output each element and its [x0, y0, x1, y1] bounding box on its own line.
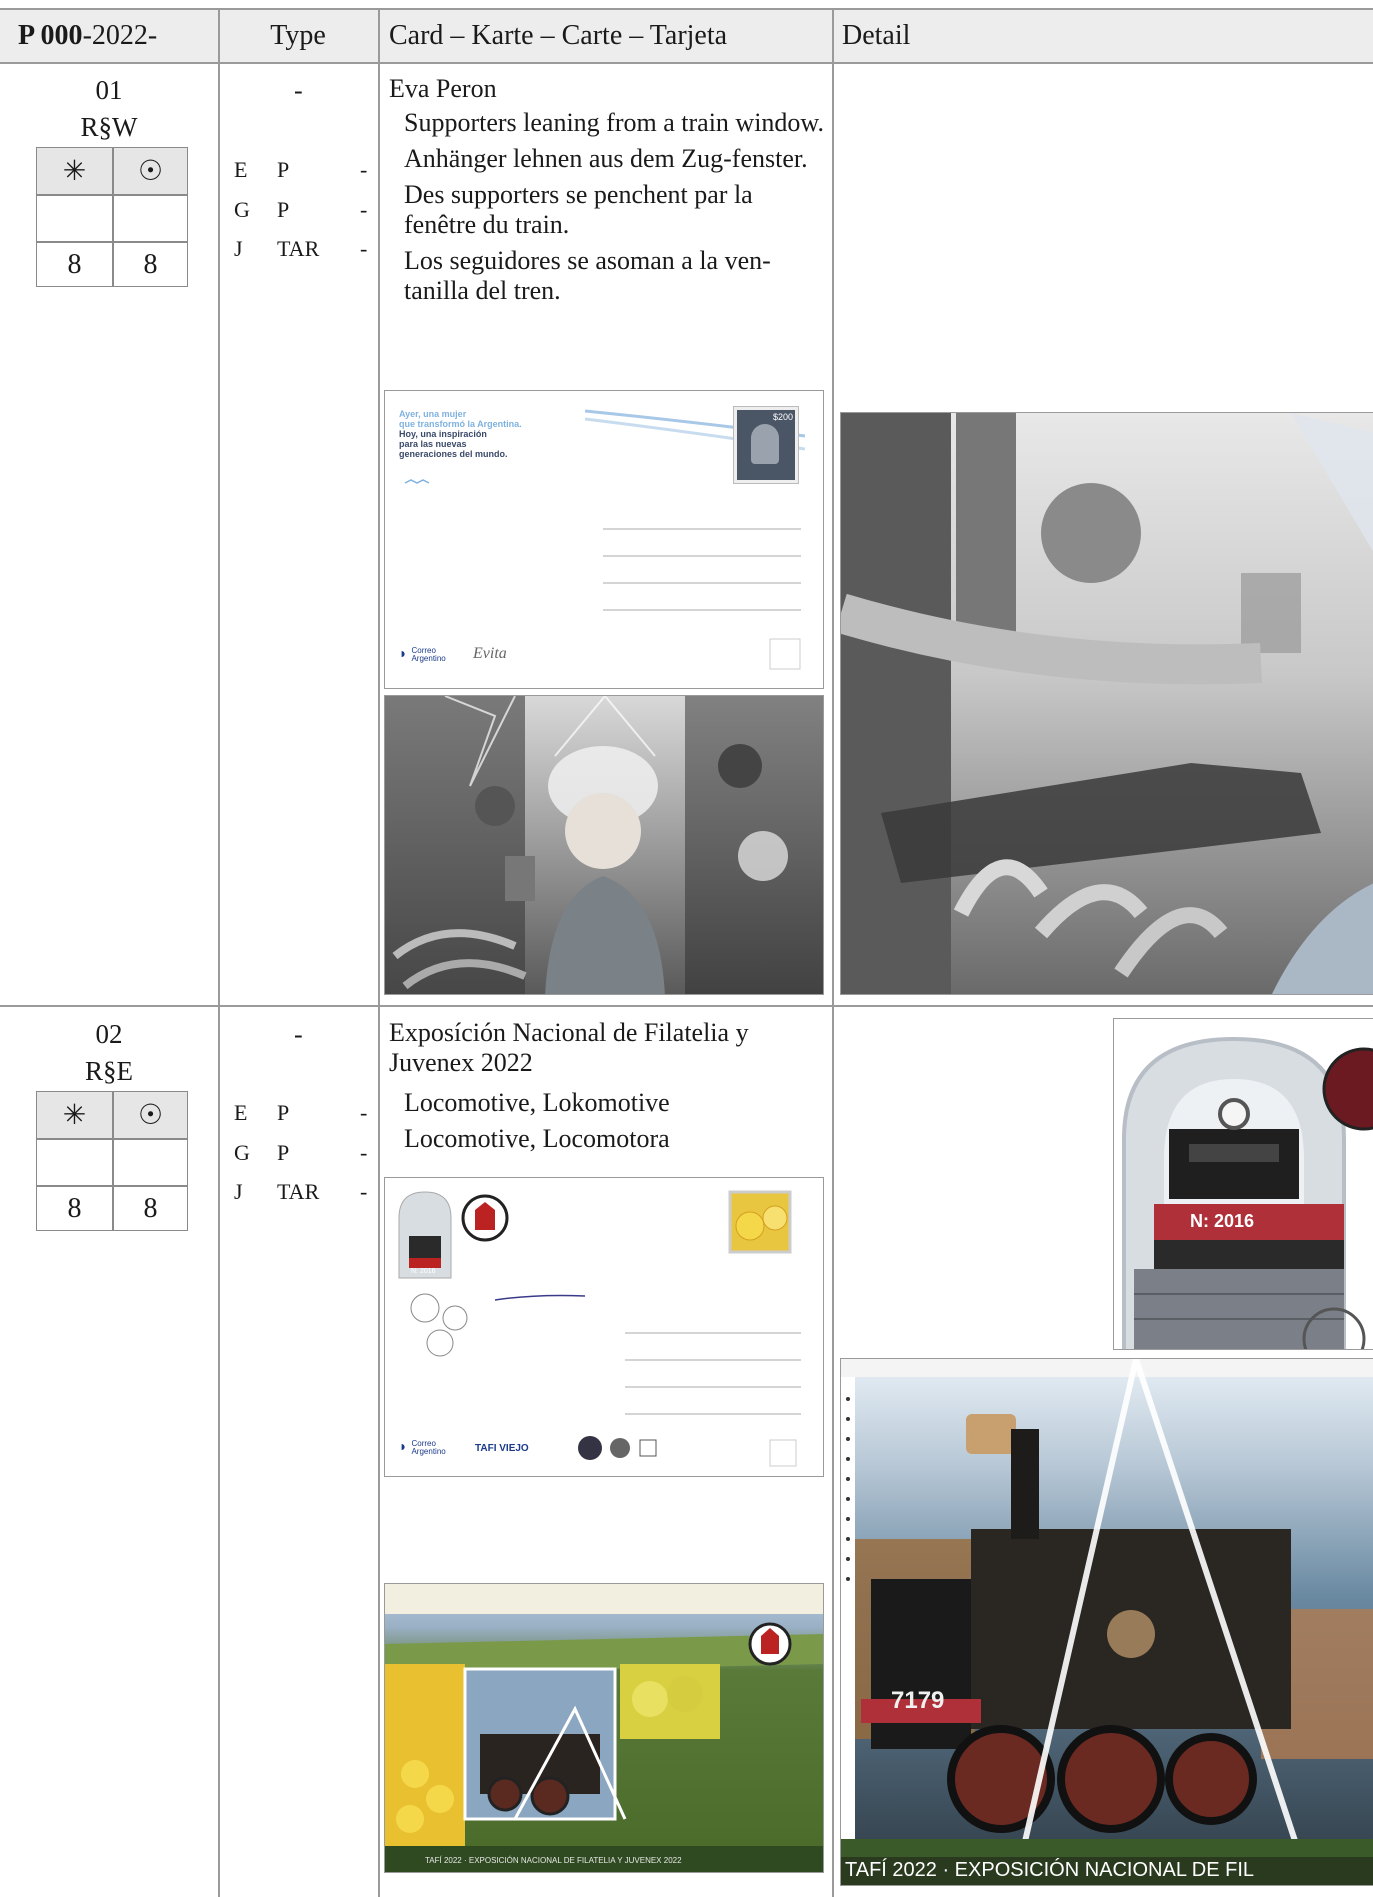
type-kind: P — [277, 1100, 290, 1125]
card-descriptions: Supporters leaning from a train window. … — [404, 108, 824, 312]
description-en: Supporters leaning from a train window. — [404, 108, 824, 137]
postcard-address-side: N: 2016 ◗ Correo Argentino TAFI VIEJO — [384, 1177, 824, 1477]
stamp: $200 — [734, 407, 798, 483]
evita-signature: Evita — [473, 645, 507, 662]
used-value: 8 — [143, 1193, 158, 1224]
correo-logo-icon: ◗ — [399, 1440, 408, 1455]
description-fr: Des supporters se penchent par la fenêtr… — [404, 180, 753, 239]
detail-image-large: 7179 TAFÍ 2022 · EXPOSICIÓN NACIONAL DE … — [840, 1358, 1373, 1886]
card-title: Eva Peron — [389, 74, 497, 103]
card-2-picture — [385, 1584, 823, 1872]
evita-photo — [385, 696, 823, 994]
loco-arch-photo — [1122, 1036, 1373, 1349]
card-descriptions: Locomotive, Lokomotive Locomotive, Locom… — [404, 1088, 824, 1160]
type-kind: P — [277, 197, 290, 222]
column-divider — [218, 8, 220, 1897]
type-dash: - — [294, 1020, 303, 1049]
header-ref-rest: -2022- — [82, 20, 158, 51]
type-kind: P — [277, 157, 290, 182]
header-card: Card – Karte – Carte – Tarjeta — [389, 20, 728, 51]
used-icon: ☉ — [137, 156, 164, 187]
card-2-artwork — [398, 1190, 801, 1467]
type-lang: G — [234, 197, 250, 222]
type-dash-small: - — [360, 236, 368, 261]
type-dash-small: - — [360, 1140, 368, 1165]
loco-plate: N: 2016 — [411, 1268, 436, 1275]
mint-icon: ✳ — [62, 1100, 87, 1131]
detail-image-small: N: 2016 — [1113, 1018, 1373, 1350]
postcard-picture-side: TAFÍ 2022 · EXPOSICIÓN NACIONAL DE FILAT… — [384, 1583, 824, 1873]
correo-logo: ◗ Correo Argentino — [399, 1439, 446, 1456]
value-table: ✳ ☉ 8 8 — [36, 147, 188, 287]
type-dash-small: - — [360, 1179, 368, 1204]
detail-photo — [841, 413, 1373, 994]
type-lang: E — [234, 157, 248, 182]
postcard-picture-side — [384, 695, 824, 995]
value-table: ✳ ☉ 8 8 — [36, 1091, 188, 1231]
header-detail: Detail — [842, 20, 911, 51]
table-header: P 000 -2022- Type Card – Karte – Carte – … — [0, 8, 1373, 64]
type-lang: E — [234, 1100, 248, 1125]
mint-icon: ✳ — [62, 156, 87, 187]
header-ref-bold: P 000 — [18, 20, 83, 51]
type-kind: TAR — [277, 1179, 320, 1204]
description-fr-es: Locomotive, Locomotora — [404, 1124, 670, 1153]
description-de: Anhänger lehnen aus dem Zug-fenster. — [404, 144, 808, 173]
mint-value: 8 — [67, 249, 82, 280]
postcard-address-side: Ayer, una mujer que transformó la Argent… — [384, 390, 824, 689]
entry-number: 01 — [95, 75, 123, 105]
entry-code: R§E — [84, 1056, 133, 1086]
mint-value: 8 — [67, 1193, 82, 1224]
row-divider — [0, 1005, 1373, 1007]
detail-caption: TAFÍ 2022 · EXPOSICIÓN NACIONAL DE FIL — [845, 1859, 1254, 1881]
used-value: 8 — [143, 249, 158, 280]
type-lang: J — [234, 236, 243, 261]
description-es: Los seguidores se asoman a la ven-tanill… — [404, 246, 771, 305]
type-lang: J — [234, 1179, 243, 1204]
stamp-portrait — [751, 424, 779, 464]
loco-plate-detail: N: 2016 — [1190, 1211, 1255, 1231]
entry-number: 02 — [95, 1019, 123, 1049]
column-divider — [832, 8, 834, 1897]
type-lang: G — [234, 1140, 250, 1165]
type-kind: TAR — [277, 236, 320, 261]
stamp-value: $200 — [772, 412, 793, 422]
column-divider — [378, 8, 380, 1897]
entry-code: R§W — [80, 112, 138, 142]
type-dash-small: - — [360, 157, 368, 182]
type-dash: - — [294, 76, 303, 105]
type-dash-small: - — [360, 1100, 368, 1125]
picture-caption: TAFÍ 2022 · EXPOSICIÓN NACIONAL DE FILAT… — [425, 1856, 682, 1865]
loco-number: 7179 — [891, 1687, 945, 1714]
loco-photo — [841, 1359, 1373, 1885]
description-en-de: Locomotive, Lokomotive — [404, 1088, 670, 1117]
header-type: Type — [270, 20, 326, 51]
correo-logo: ◗ Correo Argentino — [399, 646, 446, 663]
detail-image — [840, 412, 1373, 995]
tafi-logo: TAFI VIEJO — [475, 1443, 529, 1454]
header-ref: P 000 -2022- — [18, 10, 218, 62]
card-title: Exposíción Nacional de Filatelia y Juven… — [389, 1018, 749, 1077]
used-icon: ☉ — [137, 1100, 164, 1131]
type-dash-small: - — [360, 197, 368, 222]
correo-logo-icon: ◗ — [399, 647, 408, 662]
type-kind: P — [277, 1140, 290, 1165]
